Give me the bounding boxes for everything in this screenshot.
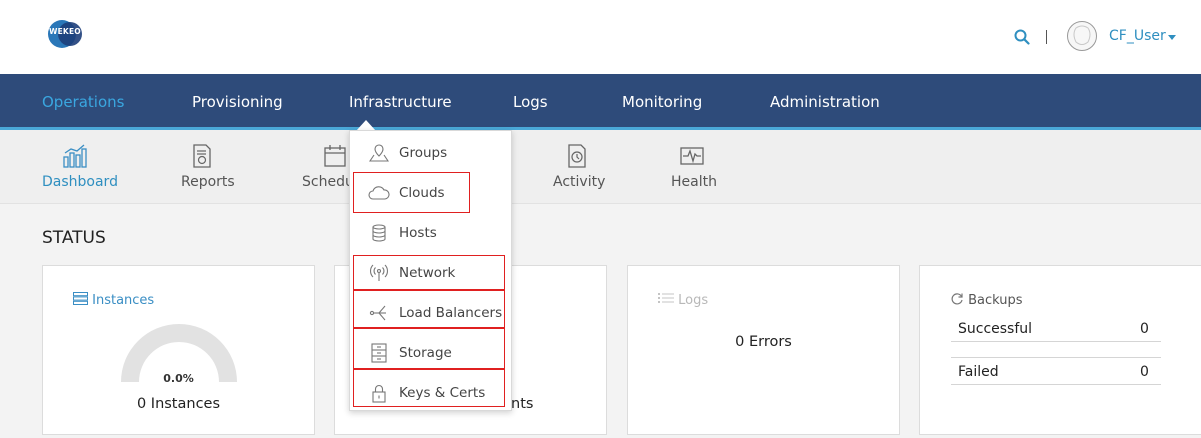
- search-icon[interactable]: [1014, 29, 1030, 45]
- instances-count: 0 Instances: [136, 396, 221, 412]
- chevron-down-icon[interactable]: [1168, 35, 1176, 40]
- user-avatar[interactable]: [1067, 21, 1097, 51]
- subnav-schedules[interactable]: Schedu: [302, 130, 354, 203]
- activity-clock-icon: [568, 144, 586, 168]
- header-divider: [1046, 30, 1047, 44]
- logs-errors-count: 0 Errors: [735, 334, 792, 350]
- menu-item-groups[interactable]: Groups: [350, 132, 511, 172]
- nav-logs[interactable]: Logs: [513, 93, 548, 111]
- backups-successful-value: 0: [1140, 321, 1149, 337]
- top-header: WEKEO CF_User: [0, 0, 1201, 74]
- nav-provisioning[interactable]: Provisioning: [192, 93, 283, 111]
- menu-item-keys-certs[interactable]: Keys & Certs: [350, 372, 511, 412]
- subnav-reports[interactable]: Reports: [181, 130, 241, 203]
- instances-card-title[interactable]: Instances: [73, 292, 154, 308]
- menu-item-storage[interactable]: Storage: [350, 332, 511, 372]
- menu-item-label: Hosts: [399, 225, 437, 241]
- database-icon: [372, 224, 386, 242]
- wekeo-logo[interactable]: WEKEO: [47, 19, 83, 49]
- menu-item-network[interactable]: Network: [350, 252, 511, 292]
- logs-card: Logs 0 Errors: [627, 265, 900, 435]
- subnav-label: Health: [671, 174, 717, 190]
- second-card-partial-label: nts: [511, 396, 534, 412]
- share-nodes-icon: [369, 305, 386, 321]
- nav-monitoring[interactable]: Monitoring: [622, 93, 702, 111]
- subnav-dashboard[interactable]: Dashboard: [42, 130, 122, 203]
- menu-item-label: Keys & Certs: [399, 385, 486, 401]
- subnav-health[interactable]: Health: [671, 130, 721, 203]
- reports-icon: [193, 144, 211, 168]
- row-divider: [951, 384, 1161, 385]
- instances-percent: 0.0%: [163, 372, 194, 385]
- avatar-placeholder-icon: [1073, 25, 1091, 45]
- logo-text: WEKEO: [49, 27, 81, 36]
- subnav-activity[interactable]: Activity: [553, 130, 613, 203]
- cloud-icon: [368, 186, 390, 200]
- backups-card: Backups Successful 0 Failed 0: [919, 265, 1201, 435]
- menu-item-label: Load Balancers: [399, 305, 503, 321]
- calendar-icon: [324, 145, 346, 167]
- menu-item-clouds[interactable]: Clouds: [350, 172, 511, 212]
- subnav-label: Activity: [553, 174, 606, 190]
- subnav-label: Reports: [181, 174, 235, 190]
- backups-failed-label: Failed: [958, 364, 999, 380]
- sub-navigation: Dashboard Reports Schedu Activity Health: [0, 130, 1201, 204]
- logs-card-title[interactable]: Logs: [658, 292, 708, 308]
- dashboard-chart-icon: [63, 144, 87, 168]
- menu-item-label: Storage: [399, 345, 452, 361]
- menu-item-load-balancers[interactable]: Load Balancers: [350, 292, 511, 332]
- row-divider: [951, 341, 1161, 342]
- user-menu-name[interactable]: CF_User: [1109, 28, 1166, 44]
- instances-title-text: Instances: [92, 293, 155, 308]
- main-navigation: Operations Provisioning Infrastructure L…: [0, 74, 1201, 130]
- instances-card: Instances 0.0% 0 Instances: [42, 265, 315, 435]
- nav-administration[interactable]: Administration: [770, 93, 880, 111]
- map-pin-icon: [369, 144, 389, 162]
- nav-infrastructure[interactable]: Infrastructure: [349, 93, 452, 111]
- backups-title-text: Backups: [968, 293, 1023, 308]
- menu-item-label: Clouds: [399, 185, 445, 201]
- list-icon: [658, 293, 674, 303]
- menu-item-hosts[interactable]: Hosts: [350, 212, 511, 252]
- menu-item-label: Network: [399, 265, 456, 281]
- backups-failed-value: 0: [1140, 364, 1149, 380]
- infrastructure-dropdown: Groups Clouds Hosts Network Load Balance…: [349, 130, 512, 411]
- backups-successful-label: Successful: [958, 321, 1033, 337]
- backups-card-title: Backups: [950, 292, 1023, 308]
- refresh-icon: [951, 293, 963, 305]
- antenna-icon: [369, 264, 389, 281]
- logs-title-text: Logs: [678, 293, 709, 308]
- file-cabinet-icon: [371, 343, 387, 363]
- server-stack-icon: [73, 292, 88, 306]
- nav-operations[interactable]: Operations: [42, 93, 124, 111]
- subnav-label: Dashboard: [42, 174, 118, 190]
- status-heading: STATUS: [42, 228, 106, 248]
- row-divider: [951, 357, 1161, 358]
- subnav-label: Schedu: [302, 174, 354, 190]
- lock-icon: [372, 384, 386, 403]
- health-pulse-icon: [680, 147, 704, 165]
- menu-item-label: Groups: [399, 145, 448, 161]
